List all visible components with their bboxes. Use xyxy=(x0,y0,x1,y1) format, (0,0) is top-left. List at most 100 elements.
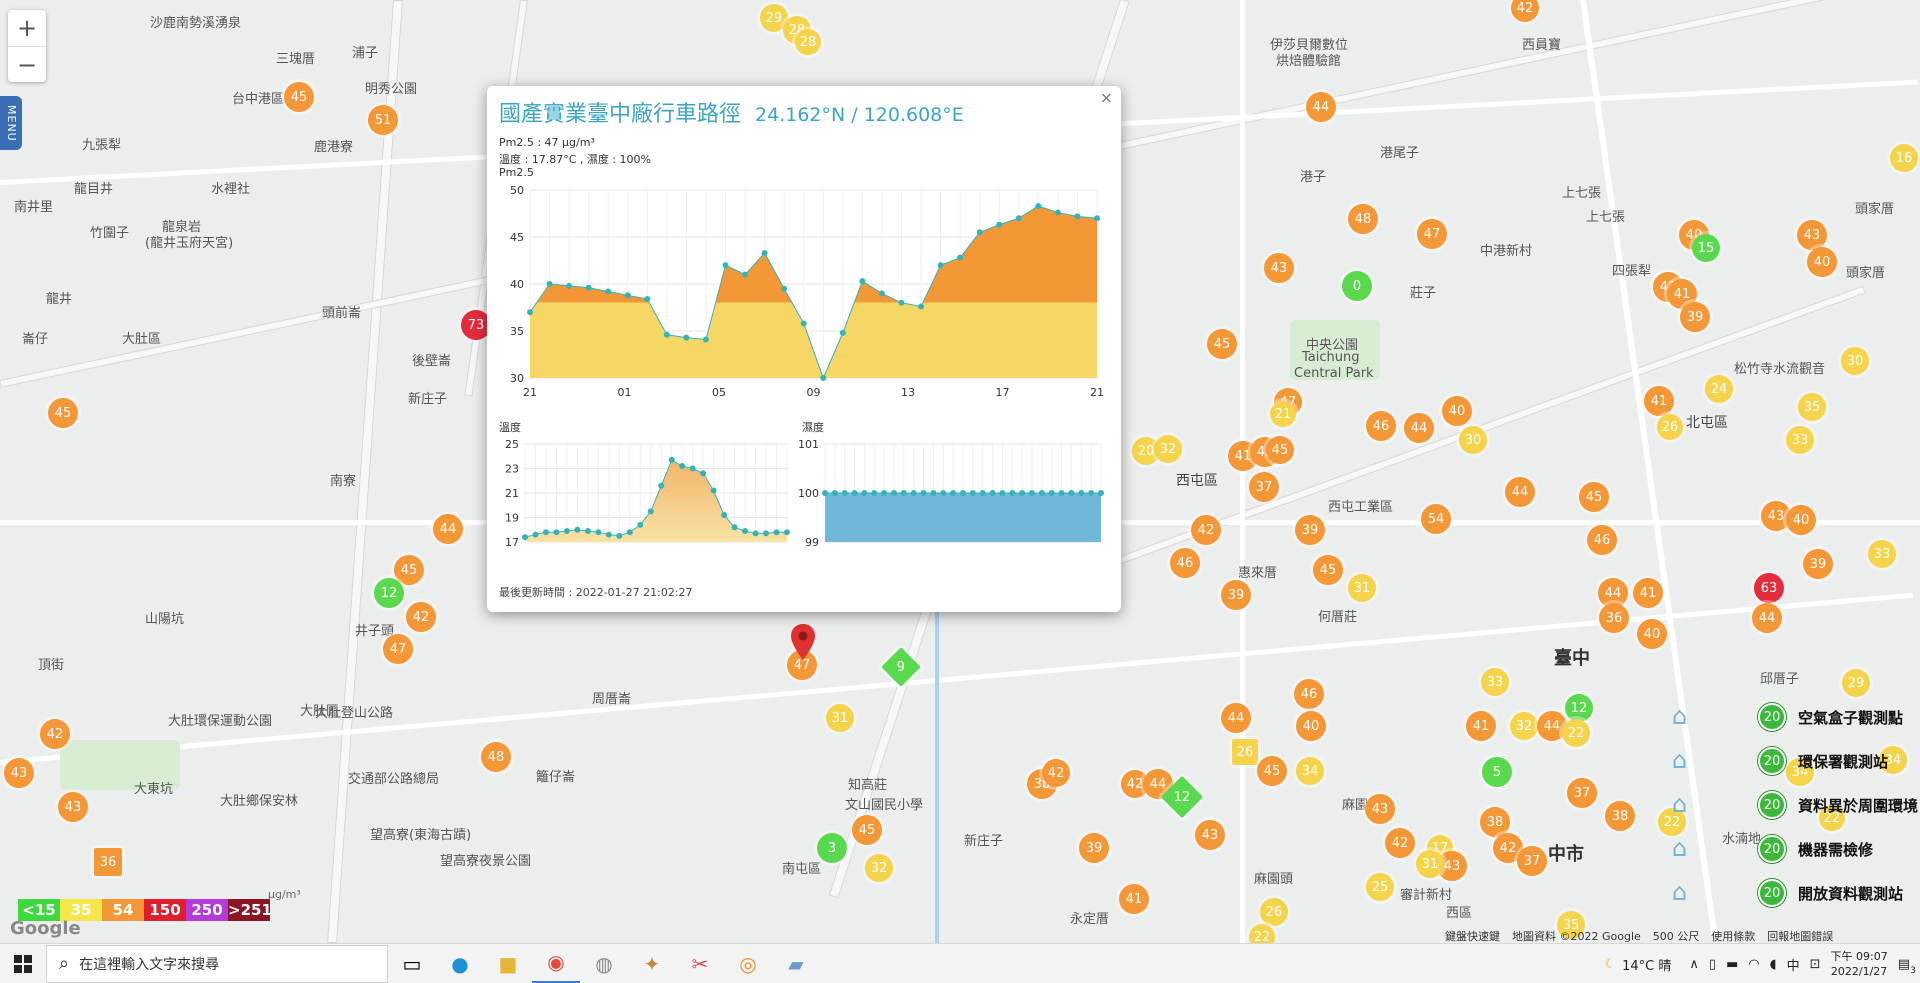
data-point[interactable] xyxy=(761,249,768,256)
file-explorer-icon[interactable]: ■ xyxy=(484,944,532,983)
sensor-marker[interactable]: 39 xyxy=(1680,302,1710,332)
data-point[interactable] xyxy=(861,490,868,496)
legend-item[interactable]: ⌂ 20 空氣盒子觀測點 xyxy=(1672,702,1903,732)
data-point[interactable] xyxy=(532,531,539,538)
legend-item[interactable]: ⌂ 20 開放資料觀測站 xyxy=(1672,878,1903,908)
sensor-marker[interactable]: 40 xyxy=(1807,247,1837,277)
sensor-marker[interactable]: 36 xyxy=(1599,603,1629,633)
sensor-marker[interactable]: 45 xyxy=(1579,482,1609,512)
chrome-icon[interactable]: ◉ xyxy=(532,944,580,983)
sensor-marker[interactable]: 45 xyxy=(1257,756,1287,786)
data-point[interactable] xyxy=(1058,490,1065,496)
attribution-item[interactable]: 地圖資料 ©2022 Google xyxy=(1512,930,1641,943)
data-point[interactable] xyxy=(969,490,976,496)
sensor-marker[interactable]: 39 xyxy=(1079,833,1109,863)
sensor-marker[interactable]: 37 xyxy=(1517,846,1547,876)
sensor-marker[interactable]: 25 xyxy=(1366,873,1394,901)
notification-icon[interactable]: ▤ 3 xyxy=(1898,957,1916,976)
sensor-marker[interactable]: 47 xyxy=(383,634,413,664)
sensor-marker[interactable]: 40 xyxy=(1786,505,1816,535)
snipping-tool-icon[interactable]: ✂ xyxy=(676,944,724,983)
data-point[interactable] xyxy=(595,529,602,536)
data-point[interactable] xyxy=(1088,490,1095,496)
data-point[interactable] xyxy=(1019,490,1026,496)
sensor-marker[interactable]: 28 xyxy=(795,29,821,55)
keyboard-icon[interactable]: ⊡ xyxy=(1810,957,1821,972)
sensor-marker[interactable]: 41 xyxy=(1633,578,1663,608)
data-point[interactable] xyxy=(1029,490,1035,496)
app-icon[interactable]: ✦ xyxy=(628,944,676,983)
data-point[interactable] xyxy=(930,490,937,496)
data-point[interactable] xyxy=(574,526,581,533)
map-canvas[interactable]: 沙鹿南勢溪湧泉 三塊厝 浦子 台中港區 明秀公園 鹿港寮 九張犁 龍目井 水裡社 南井里 竹圍子 龍泉… xyxy=(0,0,1920,943)
sensor-marker[interactable]: 43 xyxy=(1195,820,1225,850)
data-point[interactable] xyxy=(522,534,528,541)
data-point[interactable] xyxy=(950,490,957,496)
menu-tab[interactable]: MENU xyxy=(0,96,22,150)
sensor-marker[interactable]: 42 xyxy=(1042,759,1070,787)
sensor-marker[interactable]: 40 xyxy=(1296,711,1326,741)
data-point[interactable] xyxy=(841,490,848,496)
sensor-marker[interactable]: 15 xyxy=(1692,234,1720,262)
attribution-item[interactable]: 500 公尺 xyxy=(1653,930,1700,943)
location-pin-icon[interactable] xyxy=(791,624,815,660)
sensor-marker[interactable]: 30 xyxy=(1841,347,1869,375)
sensor-marker[interactable]: 16 xyxy=(1890,144,1918,172)
data-point[interactable] xyxy=(702,336,709,343)
sensor-marker[interactable]: 38 xyxy=(1605,801,1635,831)
app-icon[interactable]: ▰ xyxy=(772,944,820,983)
data-point[interactable] xyxy=(679,463,686,470)
data-point[interactable] xyxy=(979,490,986,496)
sensor-marker[interactable]: 40 xyxy=(1442,396,1472,426)
sensor-marker[interactable]: 43 xyxy=(4,758,34,788)
data-point[interactable] xyxy=(773,529,780,536)
sensor-marker[interactable]: 39 xyxy=(1295,515,1325,545)
sensor-marker[interactable]: 31 xyxy=(826,704,854,732)
data-point[interactable] xyxy=(700,470,707,477)
sensor-marker[interactable]: 46 xyxy=(1587,525,1617,555)
sensor-marker[interactable]: 47 xyxy=(1417,219,1447,249)
data-point[interactable] xyxy=(1035,202,1042,209)
data-point[interactable] xyxy=(668,456,675,463)
sensor-marker[interactable]: 42 xyxy=(1191,515,1221,545)
data-point[interactable] xyxy=(721,512,728,519)
data-point[interactable] xyxy=(731,524,738,531)
blender-icon[interactable]: ◎ xyxy=(724,944,772,983)
data-point[interactable] xyxy=(626,529,633,536)
data-point[interactable] xyxy=(989,490,996,496)
data-point[interactable] xyxy=(910,490,917,496)
sensor-marker[interactable]: 33 xyxy=(1481,668,1509,696)
sensor-marker[interactable]: 63 xyxy=(1754,573,1784,603)
legend-item[interactable]: ⌂ 20 機器需檢修 xyxy=(1672,834,1873,864)
data-point[interactable] xyxy=(781,285,788,292)
data-point[interactable] xyxy=(710,487,717,494)
sensor-marker[interactable]: 5 xyxy=(1482,757,1512,787)
sensor-marker[interactable]: 35 xyxy=(1798,393,1826,421)
edge-icon[interactable]: ● xyxy=(436,944,484,983)
sensor-marker[interactable]: 40 xyxy=(1637,619,1667,649)
sensor-marker[interactable]: 12 xyxy=(374,578,404,608)
data-point[interactable] xyxy=(637,521,644,528)
data-point[interactable] xyxy=(1068,490,1075,496)
sensor-marker[interactable]: 45 xyxy=(284,82,314,112)
app-icon[interactable]: ◍ xyxy=(580,944,628,983)
sensor-marker[interactable]: 36 xyxy=(94,848,122,876)
sensor-marker[interactable]: 32 xyxy=(865,854,893,882)
sensor-marker[interactable]: 32 xyxy=(1154,435,1182,463)
data-point[interactable] xyxy=(1098,490,1104,496)
sensor-marker[interactable]: 41 xyxy=(1119,884,1149,914)
sensor-marker[interactable]: 44 xyxy=(433,514,463,544)
sensor-marker[interactable]: 45 xyxy=(1313,555,1343,585)
sensor-marker[interactable]: 42 xyxy=(1385,828,1415,858)
data-point[interactable] xyxy=(784,529,790,536)
sensor-marker[interactable]: 46 xyxy=(1294,679,1324,709)
data-point[interactable] xyxy=(940,490,947,496)
start-button[interactable] xyxy=(0,944,46,983)
data-point[interactable] xyxy=(831,490,838,496)
sensor-marker[interactable]: 37 xyxy=(1567,778,1597,808)
sensor-marker[interactable]: 41 xyxy=(1644,386,1674,416)
sensor-marker[interactable]: 43 xyxy=(1264,253,1294,283)
battery-icon[interactable]: ▬ xyxy=(1726,957,1738,972)
sensor-marker[interactable]: 34 xyxy=(1296,757,1324,785)
sensor-marker[interactable]: 45 xyxy=(1266,436,1294,464)
